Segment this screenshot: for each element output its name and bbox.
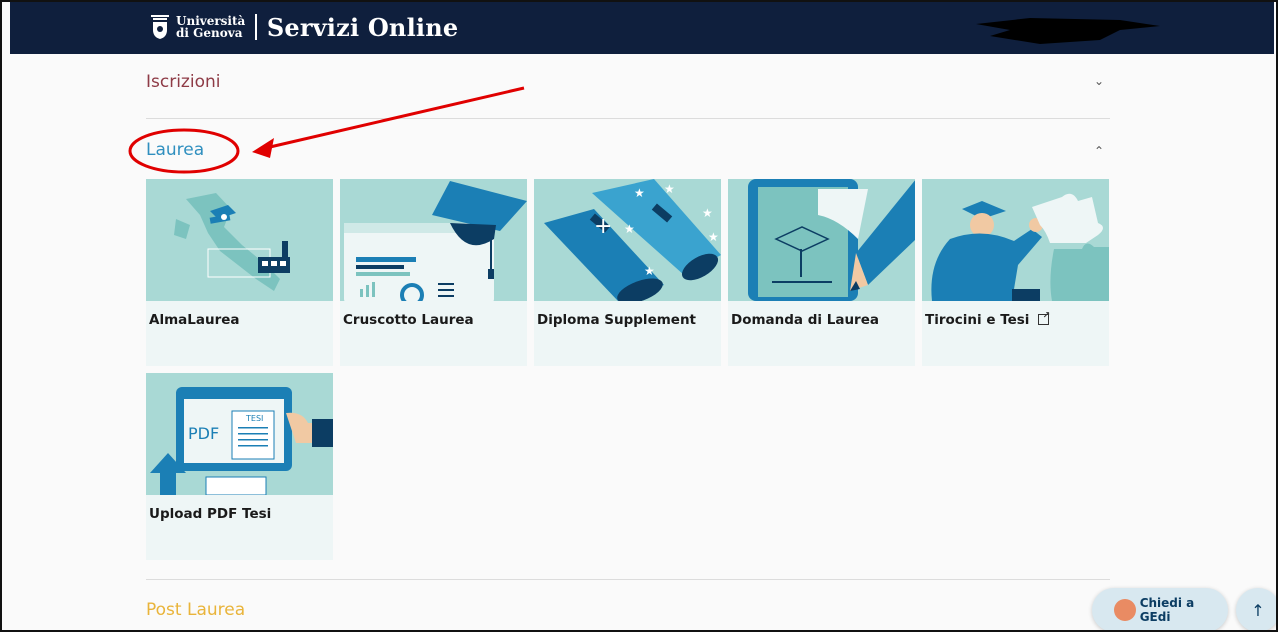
- back-to-top-button[interactable]: ↑: [1236, 588, 1276, 630]
- svg-text:★: ★: [664, 182, 675, 196]
- graduate-puzzle-icon: [922, 179, 1109, 301]
- card-label: Upload PDF Tesi: [149, 506, 272, 522]
- card-label: Tirocini e Tesi ↗: [925, 312, 1050, 329]
- section-title-iscrizioni: Iscrizioni: [146, 72, 221, 92]
- arrow-up-icon: ↑: [1251, 600, 1265, 620]
- site-logo[interactable]: Università di Genova Servizi Online: [150, 10, 458, 44]
- screenshot-frame: Università di Genova Servizi Online Iscr…: [0, 0, 1278, 632]
- tesi-text: TESI: [245, 414, 263, 423]
- chat-assistant-label: Chiedi a GEdi: [1139, 596, 1195, 624]
- external-link-icon: ↗: [1038, 312, 1050, 325]
- card-cruscotto-laurea[interactable]: Cruscotto Laurea: [340, 179, 527, 366]
- card-almalaurea[interactable]: AlmaLaurea: [146, 179, 333, 366]
- dashboard-graduation-icon: [340, 179, 527, 301]
- tablet-pencil-icon: [728, 179, 915, 301]
- section-post-laurea[interactable]: Post Laurea: [146, 596, 1110, 626]
- assistant-avatar-icon: [1114, 599, 1136, 621]
- redacted-user-area: [976, 18, 1160, 44]
- card-label-text: Tirocini e Tesi: [925, 312, 1030, 328]
- section-title-laurea: Laurea: [146, 140, 205, 160]
- section-divider: [146, 118, 1110, 119]
- pdf-text: PDF: [188, 424, 219, 443]
- chat-assistant-button[interactable]: Chiedi a GEdi: [1092, 588, 1228, 630]
- card-tirocini-e-tesi[interactable]: Tirocini e Tesi ↗: [922, 179, 1109, 366]
- section-laurea[interactable]: Laurea ⌃: [146, 136, 1110, 166]
- card-label: Cruscotto Laurea: [343, 312, 474, 328]
- section-iscrizioni[interactable]: Iscrizioni ⌄: [146, 68, 1110, 98]
- italy-map-graduation-icon: [146, 179, 333, 301]
- logo-divider: [255, 14, 257, 40]
- svg-text:★: ★: [644, 264, 655, 278]
- svg-text:★: ★: [624, 222, 635, 236]
- svg-text:★: ★: [708, 230, 719, 244]
- upload-pdf-icon: PDF TESI: [146, 373, 333, 495]
- svg-text:★: ★: [634, 186, 645, 200]
- site-title: Servizi Online: [266, 12, 459, 42]
- university-crest-icon: [151, 15, 169, 39]
- diploma-scrolls-icon: + ★ ★ ★ ★ ★ ★: [534, 179, 721, 301]
- chevron-up-icon: ⌃: [1093, 144, 1104, 158]
- card-upload-pdf-tesi[interactable]: PDF TESI Upload PDF Tesi: [146, 373, 333, 560]
- university-name: Università di Genova: [176, 15, 245, 39]
- card-diploma-supplement[interactable]: + ★ ★ ★ ★ ★ ★ Diploma Supplement: [534, 179, 721, 366]
- chevron-down-icon: ⌄: [1093, 74, 1104, 88]
- card-label: Diploma Supplement: [537, 312, 697, 328]
- svg-text:★: ★: [702, 206, 713, 220]
- top-header-bar: Università di Genova Servizi Online: [10, 2, 1274, 54]
- section-title-post-laurea: Post Laurea: [146, 600, 246, 620]
- svg-text:+: +: [594, 214, 612, 239]
- card-label: Domanda di Laurea: [731, 312, 879, 328]
- section-divider: [146, 579, 1110, 580]
- card-domanda-di-laurea[interactable]: Domanda di Laurea: [728, 179, 915, 366]
- card-label: AlmaLaurea: [149, 312, 240, 328]
- university-line-2: di Genova: [176, 26, 243, 40]
